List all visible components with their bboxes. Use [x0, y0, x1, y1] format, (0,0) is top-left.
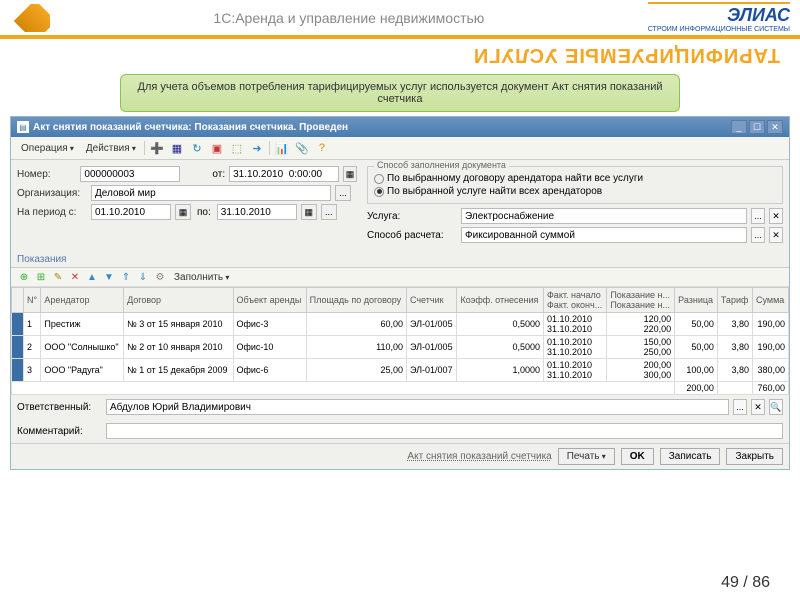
save-button[interactable]: Записать	[660, 448, 721, 465]
copy-row-icon[interactable]: ⊞	[34, 270, 48, 284]
col-area[interactable]: Площадь по договору	[306, 288, 406, 313]
maximize-button[interactable]: ☐	[749, 120, 765, 134]
col-sum[interactable]: Сумма	[753, 288, 789, 313]
add-icon[interactable]: ➕	[149, 140, 165, 156]
page-number: 49 / 86	[721, 574, 770, 592]
total-diff: 200,00	[675, 382, 718, 395]
logo-icon	[14, 4, 50, 32]
add-row-icon[interactable]: ⊕	[17, 270, 31, 284]
open-icon[interactable]: 🔍	[769, 399, 783, 415]
files-icon[interactable]: 📎	[294, 140, 310, 156]
info-note: Для учета объемов потребления тарифициру…	[120, 74, 680, 112]
col-contract[interactable]: Договор	[124, 288, 233, 313]
fill-menu[interactable]: Заполнить	[170, 271, 233, 284]
period-to-input[interactable]	[217, 204, 297, 220]
col-reading-end[interactable]: Показание н...	[610, 300, 671, 310]
responsible-label: Ответственный:	[17, 402, 102, 413]
col-reading-start[interactable]: Показание н...	[610, 290, 671, 300]
readings-table: N° Арендатор Договор Объект аренды Площа…	[11, 287, 789, 395]
date-input[interactable]	[229, 166, 339, 182]
table-toolbar: ⊕ ⊞ ✎ ✕ ▲ ▼ ⇑ ⇓ ⚙ Заполнить	[11, 268, 789, 287]
select-icon[interactable]: ...	[733, 399, 747, 415]
table-row[interactable]: 2ООО "Солнышко"№ 2 от 10 января 2010Офис…	[12, 336, 789, 359]
doc-link[interactable]: Акт снятия показаний счетчика	[407, 451, 551, 462]
select-icon[interactable]: ...	[321, 204, 337, 220]
calendar-icon[interactable]: ▦	[301, 204, 317, 220]
radio-by-contract[interactable]: По выбранному договору арендатора найти …	[374, 173, 776, 184]
doc-icon[interactable]: ▦	[169, 140, 185, 156]
period-from-input[interactable]	[91, 204, 171, 220]
col-n[interactable]: N°	[24, 288, 41, 313]
select-icon[interactable]: ...	[751, 227, 765, 243]
col-fact-end[interactable]: Факт. оконч...	[547, 300, 603, 310]
col-diff[interactable]: Разница	[675, 288, 718, 313]
select-icon[interactable]: ...	[751, 208, 765, 224]
fill-method-group: Способ заполнения документа По выбранном…	[367, 166, 783, 204]
move-up-icon[interactable]: ▲	[85, 270, 99, 284]
select-icon[interactable]: ...	[335, 185, 351, 201]
calc-input[interactable]	[461, 227, 747, 243]
period-to-label: по:	[197, 207, 211, 218]
comment-label: Комментарий:	[17, 426, 102, 437]
table-row[interactable]: 1Престиж№ 3 от 15 января 2010Офис-360,00…	[12, 313, 789, 336]
org-input[interactable]	[91, 185, 331, 201]
calc-label: Способ расчета:	[367, 230, 457, 241]
number-label: Номер:	[17, 169, 76, 180]
move-down-icon[interactable]: ▼	[102, 270, 116, 284]
report-icon[interactable]: 📊	[274, 140, 290, 156]
settings-icon[interactable]: ⚙	[153, 270, 167, 284]
fill-legend: Способ заполнения документа	[374, 160, 509, 170]
document-window: ▤ Акт снятия показаний счетчика: Показан…	[10, 116, 790, 470]
col-coef[interactable]: Коэфф. отнесения	[457, 288, 543, 313]
calendar-icon[interactable]: ▦	[343, 166, 357, 182]
post-icon[interactable]: ▣	[209, 140, 225, 156]
comment-input[interactable]	[106, 423, 783, 439]
delete-row-icon[interactable]: ✕	[68, 270, 82, 284]
table-row[interactable]: 3ООО "Радуга"№ 1 от 15 декабря 2009Офис-…	[12, 359, 789, 382]
window-icon: ▤	[17, 121, 29, 133]
radio-icon	[374, 174, 384, 184]
org-label: Организация:	[17, 188, 87, 199]
service-label: Услуга:	[367, 211, 457, 222]
close-button[interactable]: Закрыть	[726, 448, 783, 465]
col-object[interactable]: Объект аренды	[233, 288, 306, 313]
go-icon[interactable]: ➜	[249, 140, 265, 156]
brand-tagline: СТРОИМ ИНФОРМАЦИОННЫЕ СИСТЕМЫ	[648, 26, 790, 33]
window-title: Акт снятия показаний счетчика: Показания…	[33, 122, 731, 133]
from-label: от:	[212, 169, 225, 180]
col-fact-start[interactable]: Факт. начало	[547, 290, 603, 300]
sort-asc-icon[interactable]: ⇑	[119, 270, 133, 284]
col-meter[interactable]: Счетчик	[406, 288, 457, 313]
clear-icon[interactable]: ✕	[769, 208, 783, 224]
number-input[interactable]	[80, 166, 180, 182]
main-toolbar: Операция Действия ➕ ▦ ↻ ▣ ⬚ ➜ 📊 📎 ?	[11, 137, 789, 160]
calendar-icon[interactable]: ▦	[175, 204, 191, 220]
period-label: На период с:	[17, 207, 87, 218]
close-button[interactable]: ✕	[767, 120, 783, 134]
minimize-button[interactable]: _	[731, 120, 747, 134]
total-sum: 760,00	[753, 382, 789, 395]
radio-by-service[interactable]: По выбранной услуге найти всех арендатор…	[374, 186, 776, 197]
section-readings: Показания	[11, 252, 789, 268]
operation-menu[interactable]: Операция	[17, 142, 78, 155]
radio-icon	[374, 187, 384, 197]
responsible-input[interactable]	[106, 399, 729, 415]
clear-icon[interactable]: ✕	[769, 227, 783, 243]
tree-icon[interactable]: ⬚	[229, 140, 245, 156]
service-input[interactable]	[461, 208, 747, 224]
clear-icon[interactable]: ✕	[751, 399, 765, 415]
col-tenant[interactable]: Арендатор	[41, 288, 124, 313]
print-button[interactable]: Печать	[558, 448, 615, 465]
sort-desc-icon[interactable]: ⇓	[136, 270, 150, 284]
ok-button[interactable]: OK	[621, 448, 654, 465]
slide-title: ТАРИФИЦИРУЕМЫЕ УСЛУГИ	[0, 39, 800, 70]
brand-logo: ЭЛИАС	[727, 5, 790, 25]
actions-menu[interactable]: Действия	[82, 142, 140, 155]
edit-row-icon[interactable]: ✎	[51, 270, 65, 284]
help-icon[interactable]: ?	[314, 140, 330, 156]
app-title: 1С:Аренда и управление недвижимостью	[50, 10, 648, 26]
titlebar: ▤ Акт снятия показаний счетчика: Показан…	[11, 117, 789, 137]
refresh-icon[interactable]: ↻	[189, 140, 205, 156]
col-tariff[interactable]: Тариф	[717, 288, 752, 313]
